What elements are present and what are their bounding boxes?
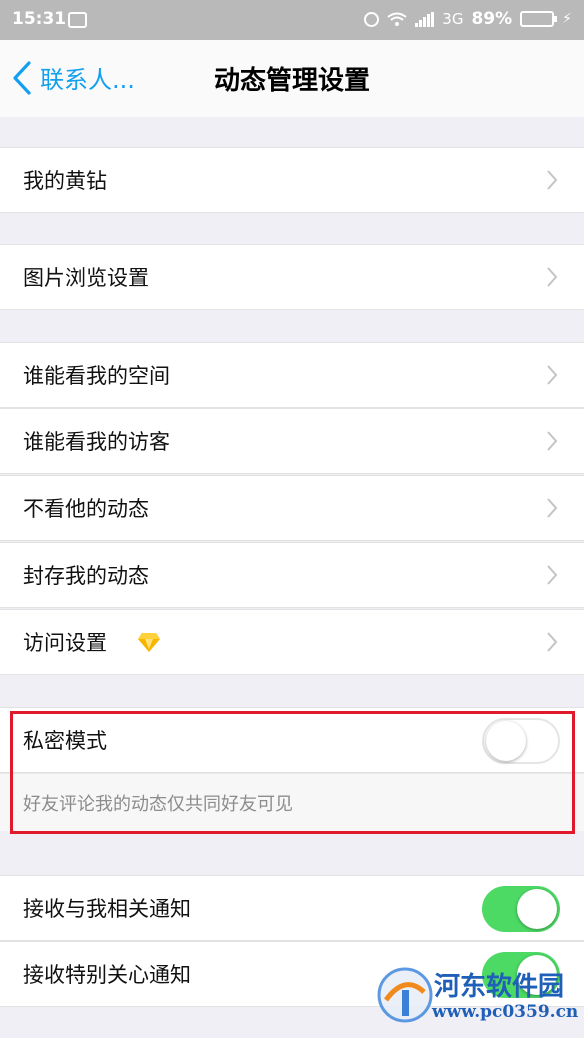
wifi-icon [387, 12, 407, 26]
row-photo-browse[interactable]: 图片浏览设置 [0, 244, 584, 310]
screenshot-icon [68, 12, 87, 28]
status-bar: 15:31 3G 89% ⚡ [0, 0, 584, 40]
watermark: 河东软件园 www.pc0359.cn [376, 962, 579, 1032]
highlight-box [10, 711, 575, 834]
chevron-right-icon [547, 267, 558, 287]
watermark-name: 河东软件园 [434, 972, 565, 1002]
row-notify-related: 接收与我相关通知 [0, 875, 584, 941]
watermark-logo-icon [377, 967, 433, 1023]
chevron-right-icon [547, 431, 558, 451]
network-type: 3G [442, 10, 464, 28]
row-label: 接收与我相关通知 [23, 897, 191, 921]
watermark-url: www.pc0359.cn [432, 1002, 579, 1022]
nav-bar: 联系人... 动态管理设置 [0, 40, 584, 117]
row-hide-their-feeds[interactable]: 不看他的动态 [0, 475, 584, 541]
row-access-settings[interactable]: 访问设置 [0, 609, 584, 675]
row-who-see-space[interactable]: 谁能看我的空间 [0, 342, 584, 408]
row-label: 访问设置 [23, 631, 107, 655]
row-label: 谁能看我的访客 [23, 430, 170, 454]
row-label: 谁能看我的空间 [23, 364, 170, 388]
signal-icon [415, 11, 435, 27]
notify-related-toggle[interactable] [482, 886, 560, 932]
row-archive-my-feeds[interactable]: 封存我的动态 [0, 542, 584, 608]
alarm-icon [364, 11, 380, 27]
row-label: 不看他的动态 [23, 497, 149, 521]
chevron-right-icon [547, 498, 558, 518]
chevron-right-icon [547, 632, 558, 652]
row-label: 接收特别关心通知 [23, 963, 191, 987]
battery-icon [520, 11, 558, 27]
charging-icon: ⚡ [562, 11, 572, 27]
battery-percent: 89% [471, 9, 513, 29]
row-label: 封存我的动态 [23, 564, 149, 588]
chevron-right-icon [547, 365, 558, 385]
status-right: 3G 89% ⚡ [364, 9, 572, 29]
status-time: 15:31 [12, 9, 67, 29]
row-who-see-visitors[interactable]: 谁能看我的访客 [0, 408, 584, 474]
chevron-right-icon [547, 170, 558, 190]
row-yellow-diamond[interactable]: 我的黄钻 [0, 147, 584, 213]
chevron-right-icon [547, 565, 558, 585]
page-title: 动态管理设置 [213, 66, 370, 96]
row-label: 我的黄钻 [23, 169, 107, 193]
row-label: 图片浏览设置 [23, 266, 149, 290]
diamond-icon [138, 633, 160, 652]
